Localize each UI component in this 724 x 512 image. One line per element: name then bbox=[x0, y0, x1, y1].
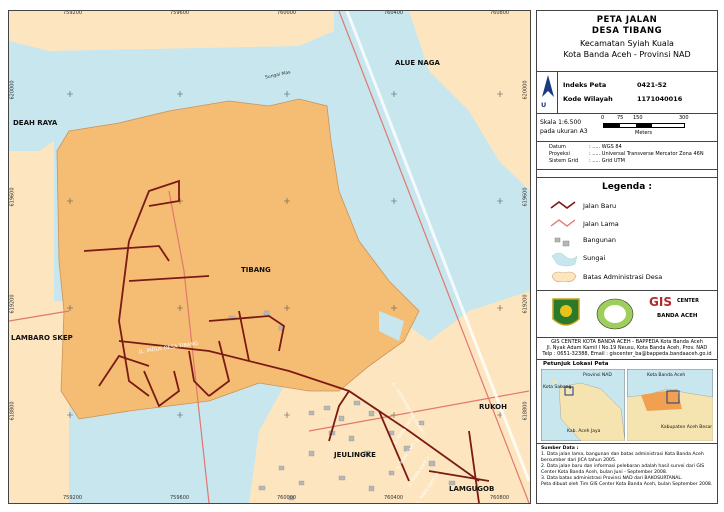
coord-bottom-1: 759200 bbox=[63, 495, 83, 501]
coord-bottom-5: 760800 bbox=[490, 495, 510, 501]
coord-left-3: 619200 bbox=[9, 294, 16, 314]
source-3: 3. Data batas administrasi Provinsi NAD … bbox=[541, 476, 683, 481]
inset-label-aceh-jaya: Kab. Aceh Jaya bbox=[567, 429, 601, 434]
place-deah-raya: DEAH RAYA bbox=[13, 119, 58, 127]
coord-right-1: 620000 bbox=[522, 80, 529, 100]
inset-label-city: Kota Banda Aceh bbox=[647, 373, 686, 378]
north-label: U bbox=[541, 101, 547, 109]
datum-value: : ..... WGS 84 bbox=[589, 144, 622, 150]
coord-bottom-4: 760400 bbox=[384, 495, 404, 501]
coord-top-4: 760400 bbox=[384, 10, 404, 16]
place-tibang: TIBANG bbox=[241, 266, 271, 274]
place-jeulingke: JEULINGKE bbox=[334, 451, 376, 459]
aceh-emblem-icon bbox=[552, 298, 580, 326]
paper-size-text: pada ukuran A3 bbox=[540, 128, 588, 135]
coord-left-2: 619600 bbox=[9, 187, 16, 207]
sources-block: Sumber Data : 1. Data jalan lama, bangun… bbox=[537, 443, 717, 502]
coord-right-4: 618800 bbox=[522, 401, 529, 421]
credit-line3: Telp : 0651-32388, Email : giscenter_ba@… bbox=[542, 351, 712, 357]
projection-value: : ..... Universal Transverse Mercator Zo… bbox=[589, 151, 704, 157]
legend-old-road: Jalan Lama bbox=[583, 220, 619, 228]
land-southwest bbox=[9, 301, 69, 503]
coord-bottom-2: 759600 bbox=[170, 495, 190, 501]
region-code-label: Kode Wilayah bbox=[563, 95, 613, 103]
coord-top-1: 759200 bbox=[63, 10, 83, 16]
coord-right-3: 619200 bbox=[522, 294, 529, 314]
map-sheet: 759200 759600 760000 760400 760800 75920… bbox=[0, 0, 724, 512]
boundary-symbol bbox=[551, 271, 577, 283]
source-2: 2. Data jalan baru dan informasi pelebar… bbox=[541, 464, 705, 475]
datum-block: Datum : ..... WGS 84 Proyeksi : ..... Un… bbox=[537, 141, 717, 170]
map-title-line1: PETA JALAN bbox=[596, 15, 658, 25]
scale-unit: Meters bbox=[635, 130, 653, 136]
scale-block: Skala 1:6.500 pada ukuran A3 0 75 150 30… bbox=[537, 113, 717, 142]
gis-logo-city: BANDA ACEH bbox=[657, 313, 698, 319]
logo-block: GIS CENTER BANDA ACEH bbox=[537, 289, 717, 338]
legend-new-road: Jalan Baru bbox=[583, 202, 617, 210]
coord-bottom-3: 760000 bbox=[277, 495, 297, 501]
scale-tick-75: 75 bbox=[617, 115, 624, 121]
place-alue-naga: ALUE NAGA bbox=[395, 59, 440, 67]
map-frame: 759200 759600 760000 760400 760800 75920… bbox=[8, 10, 531, 504]
gis-logo-center: CENTER bbox=[677, 298, 699, 304]
region-code-value: 1171040016 bbox=[637, 95, 683, 103]
datum-label: Datum bbox=[549, 144, 566, 150]
north-arrow-icon bbox=[542, 75, 554, 97]
index-block: U Indeks Peta 0421-52 Kode Wilayah 11710… bbox=[537, 71, 717, 114]
scale-bar bbox=[603, 123, 685, 128]
coord-top-2: 759600 bbox=[170, 10, 190, 16]
place-lamgugob: LAMGUGOB bbox=[449, 485, 495, 493]
sources-title: Sumber Data : bbox=[541, 446, 579, 451]
inset-label-nad: Provinsi NAD bbox=[583, 373, 612, 378]
coord-top-3: 760000 bbox=[277, 10, 297, 16]
projection-label: Proyeksi bbox=[549, 151, 570, 157]
place-rukoh: RUKOH bbox=[479, 403, 507, 411]
inset-title: Petunjuk Lokasi Peta bbox=[543, 361, 609, 367]
coord-left-1: 620000 bbox=[9, 80, 16, 100]
title-block: PETA JALAN DESA TIBANG Kecamatan Syiah K… bbox=[537, 11, 717, 72]
gis-logo-text: GIS bbox=[649, 295, 672, 309]
index-value: 0421-52 bbox=[637, 81, 667, 89]
legend-symbols bbox=[550, 201, 578, 283]
map-subtitle-line2: Kota Banda Aceh - Provinsi NAD bbox=[563, 50, 691, 59]
inset-label-sabang: Kota Sabang bbox=[543, 385, 572, 390]
coord-right-2: 619600 bbox=[522, 187, 529, 207]
map-title-line2: DESA TIBANG bbox=[591, 26, 663, 36]
land-north bbox=[9, 11, 334, 51]
legend-building: Bangunan bbox=[583, 236, 617, 244]
legend-panel: PETA JALAN DESA TIBANG Kecamatan Syiah K… bbox=[536, 10, 718, 504]
coord-top-5: 760800 bbox=[490, 10, 510, 16]
source-1: 1. Data jalan lama, bangunan dan batas a… bbox=[541, 452, 704, 463]
river-symbol bbox=[551, 252, 578, 267]
index-label: Indeks Peta bbox=[563, 81, 607, 89]
scale-tick-150: 150 bbox=[633, 115, 643, 121]
scale-tick-0: 0 bbox=[601, 115, 605, 121]
legend-title: Legenda : bbox=[601, 182, 653, 192]
place-lambaro-skep: LAMBARO SKEP bbox=[11, 334, 73, 342]
inset-label-aceh-besar: Kabupaten Aceh Besar bbox=[661, 425, 713, 430]
coord-left-4: 618800 bbox=[9, 401, 16, 421]
new-road-symbol bbox=[550, 201, 576, 209]
building-symbol bbox=[562, 240, 570, 247]
divider bbox=[557, 71, 558, 113]
grid-system-label: Sistem Grid bbox=[549, 158, 579, 164]
scale-text: Skala 1:6.500 bbox=[540, 119, 582, 126]
inset-block: Petunjuk Lokasi Peta Provinsi NAD Kota B… bbox=[537, 359, 717, 444]
credit-block: GIS CENTER KOTA BANDA ACEH - BAPPEDA Kot… bbox=[537, 337, 717, 360]
source-4: Peta dibuat oleh Tim GIS Center Kota Ban… bbox=[541, 482, 713, 487]
map-subtitle-line1: Kecamatan Syiah Kuala bbox=[580, 39, 674, 48]
map-canvas bbox=[9, 11, 530, 503]
grid-system-value: : ..... Grid UTM bbox=[589, 158, 625, 164]
scale-tick-300: 300 bbox=[679, 115, 689, 121]
old-road-symbol bbox=[550, 219, 576, 227]
legend-river: Sungai bbox=[583, 254, 606, 262]
legend-block: Legenda : Jalan Baru Jalan Lama Bangunan… bbox=[537, 177, 717, 291]
bappeda-logo-icon bbox=[596, 298, 634, 330]
inset-map-city bbox=[627, 369, 713, 441]
legend-boundary: Batas Administrasi Desa bbox=[583, 273, 663, 281]
